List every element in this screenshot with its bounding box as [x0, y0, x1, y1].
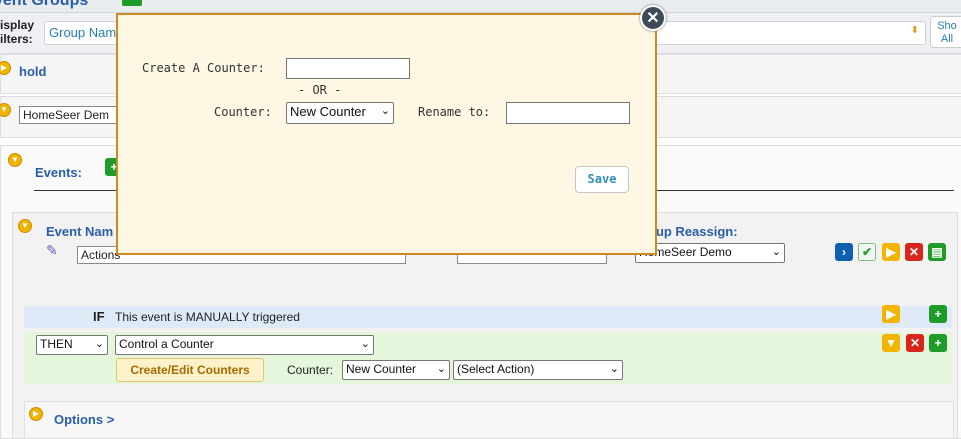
close-icon[interactable]: ✕ — [640, 5, 666, 31]
save-button[interactable]: Save — [575, 166, 629, 193]
expand-arrow-icon[interactable]: ▶ — [0, 61, 11, 75]
group-reassign-label: oup Reassign: — [648, 224, 738, 239]
chevron-down-icon: ⌄ — [609, 363, 619, 375]
or-separator: - OR - — [298, 83, 342, 97]
rename-input[interactable] — [506, 102, 630, 124]
modal-counter-select[interactable]: New Counter ⌄ — [286, 102, 394, 124]
action-type-select[interactable]: Control a Counter ⌄ — [115, 335, 374, 355]
counter-label: Counter: — [287, 363, 334, 377]
chevron-down-icon: ⌄ — [94, 338, 104, 350]
if-row: IF This event is MANUALLY triggered ▶ + — [24, 305, 952, 328]
delete-icon[interactable]: ✕ — [905, 243, 923, 261]
counter-select[interactable]: New Counter ⌄ — [342, 360, 450, 380]
show-all-button[interactable]: Sho All — [930, 16, 961, 48]
chevron-updown-icon: ⬍ — [910, 25, 919, 36]
counter-action-select[interactable]: (Select Action) ⌄ — [453, 360, 623, 380]
chevron-down-icon: ⌄ — [380, 105, 390, 117]
collapse-event-icon[interactable]: ▼ — [18, 219, 32, 233]
create-counter-label: Create A Counter: — [142, 61, 265, 75]
if-play-icon[interactable]: ▶ — [882, 305, 900, 323]
event-name-label: Event Nam — [46, 224, 114, 239]
create-counter-input[interactable] — [286, 58, 410, 79]
then-collapse-icon[interactable]: ▼ — [882, 334, 900, 352]
then-delete-icon[interactable]: ✕ — [906, 334, 924, 352]
group-hold-label: hold — [19, 64, 47, 79]
filter-select-value: Group Nam — [49, 25, 117, 40]
header-bar: vent Groups — [0, 0, 961, 13]
rename-label: Rename to: — [418, 105, 491, 119]
if-keyword: IF — [93, 309, 105, 324]
create-edit-counters-button[interactable]: Create/Edit Counters — [116, 358, 264, 382]
collapse-arrow-icon[interactable]: ▼ — [0, 103, 11, 117]
event-notes-icon[interactable]: ✎ — [46, 242, 62, 258]
options-expand-icon[interactable]: ▶ — [29, 407, 43, 421]
page-title: vent Groups — [0, 0, 89, 9]
counter-dialog: Create A Counter: - OR - Counter: New Co… — [116, 13, 657, 255]
copy-event-icon[interactable]: ▤ — [928, 243, 946, 261]
collapse-events-icon[interactable]: ▼ — [8, 153, 22, 167]
then-select[interactable]: THEN ⌄ — [36, 335, 108, 355]
add-group-icon[interactable] — [122, 0, 142, 6]
options-row: ▶ Options > — [24, 401, 954, 439]
then-add-icon[interactable]: + — [929, 334, 947, 352]
group-name-input[interactable] — [19, 106, 129, 124]
group-reassign-select[interactable]: HomeSeer Demo ⌄ — [635, 243, 785, 263]
if-add-icon[interactable]: + — [929, 305, 947, 323]
display-filters-label: isplay ilters: — [0, 18, 35, 46]
chevron-down-icon: ⌄ — [360, 338, 370, 350]
modal-counter-label: Counter: — [214, 105, 272, 119]
options-link[interactable]: Options > — [54, 412, 114, 427]
run-event-icon[interactable]: › — [835, 243, 853, 261]
events-label: Events: — [35, 165, 82, 180]
chevron-down-icon: ⌄ — [771, 246, 781, 258]
if-trigger-text: This event is MANUALLY triggered — [115, 310, 300, 324]
play-icon[interactable]: ▶ — [882, 243, 900, 261]
chevron-down-icon: ⌄ — [436, 363, 446, 375]
save-check-icon[interactable]: ✔ — [858, 243, 876, 261]
